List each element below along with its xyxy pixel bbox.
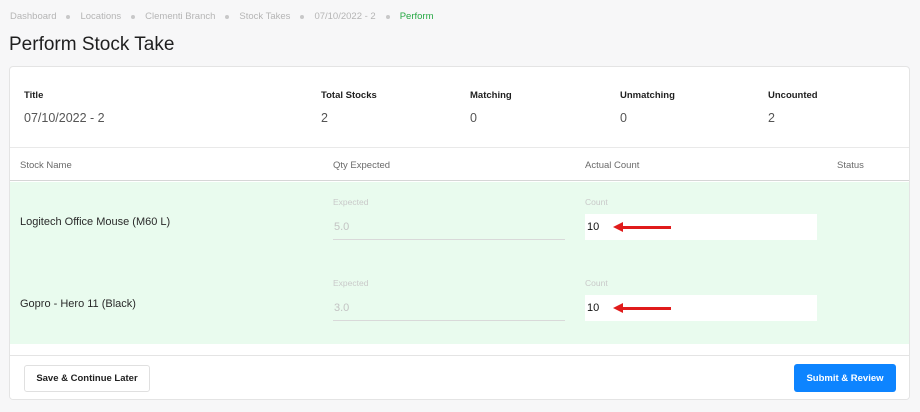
- summary-matching-label: Matching: [470, 90, 512, 101]
- header-qty-expected: Qty Expected: [333, 160, 391, 171]
- breadcrumb-dashboard[interactable]: Dashboard: [10, 11, 56, 22]
- summary-uncounted: Uncounted 2: [768, 90, 818, 125]
- summary-total: Total Stocks 2: [321, 90, 377, 125]
- table-row: Gopro - Hero 11 (Black) Expected 3.0 Cou…: [10, 263, 909, 344]
- submit-review-button[interactable]: Submit & Review: [794, 364, 896, 392]
- header-status: Status: [837, 160, 864, 171]
- summary-unmatching-label: Unmatching: [620, 90, 675, 101]
- qty-expected-field: 5.0: [333, 214, 565, 240]
- arrow-head: [613, 303, 623, 313]
- summary-title-value: 07/10/2022 - 2: [24, 111, 105, 125]
- breadcrumb: Dashboard Locations Clementi Branch Stoc…: [10, 11, 434, 22]
- expected-label: Expected: [333, 197, 369, 207]
- summary-matching: Matching 0: [470, 90, 512, 125]
- summary-title: Title 07/10/2022 - 2: [24, 90, 105, 125]
- summary-unmatching-value: 0: [620, 111, 627, 125]
- summary-uncounted-label: Uncounted: [768, 90, 818, 101]
- breadcrumb-current: Perform: [399, 11, 434, 22]
- summary-total-label: Total Stocks: [321, 90, 377, 101]
- card-footer: Save & Continue Later Submit & Review: [10, 355, 909, 399]
- header-stock-name: Stock Name: [20, 160, 72, 171]
- summary-panel: Title 07/10/2022 - 2 Total Stocks 2 Matc…: [10, 67, 909, 147]
- summary-matching-value: 0: [470, 111, 477, 125]
- arrow-shaft: [621, 306, 671, 310]
- summary-title-label: Title: [24, 90, 44, 101]
- table-row: Logitech Office Mouse (M60 L) Expected 5…: [10, 182, 909, 263]
- breadcrumb-locations[interactable]: Locations: [80, 11, 121, 22]
- breadcrumb-separator: [225, 14, 230, 19]
- stock-take-card: Title 07/10/2022 - 2 Total Stocks 2 Matc…: [9, 66, 910, 400]
- count-label: Count: [585, 197, 608, 207]
- table-header: Stock Name Qty Expected Actual Count Sta…: [10, 147, 909, 181]
- breadcrumb-separator: [385, 14, 390, 19]
- stock-name: Logitech Office Mouse (M60 L): [20, 216, 171, 228]
- stock-name: Gopro - Hero 11 (Black): [20, 298, 136, 310]
- arrow-head: [613, 222, 623, 232]
- qty-expected-field: 3.0: [333, 295, 565, 321]
- arrow-shaft: [621, 225, 671, 229]
- save-continue-later-button[interactable]: Save & Continue Later: [24, 365, 150, 392]
- header-actual-count: Actual Count: [585, 160, 640, 171]
- summary-uncounted-value: 2: [768, 111, 775, 125]
- count-label: Count: [585, 278, 608, 288]
- page-title: Perform Stock Take: [9, 34, 175, 55]
- breadcrumb-separator: [131, 14, 136, 19]
- summary-total-value: 2: [321, 111, 328, 125]
- breadcrumb-stock-take[interactable]: 07/10/2022 - 2: [314, 11, 375, 22]
- summary-unmatching: Unmatching 0: [620, 90, 675, 125]
- breadcrumb-separator: [66, 14, 71, 19]
- breadcrumb-stock-takes[interactable]: Stock Takes: [239, 11, 290, 22]
- red-arrow-annotation: [613, 222, 673, 232]
- expected-label: Expected: [333, 278, 369, 288]
- breadcrumb-branch[interactable]: Clementi Branch: [145, 11, 215, 22]
- red-arrow-annotation: [613, 303, 673, 313]
- breadcrumb-separator: [300, 14, 305, 19]
